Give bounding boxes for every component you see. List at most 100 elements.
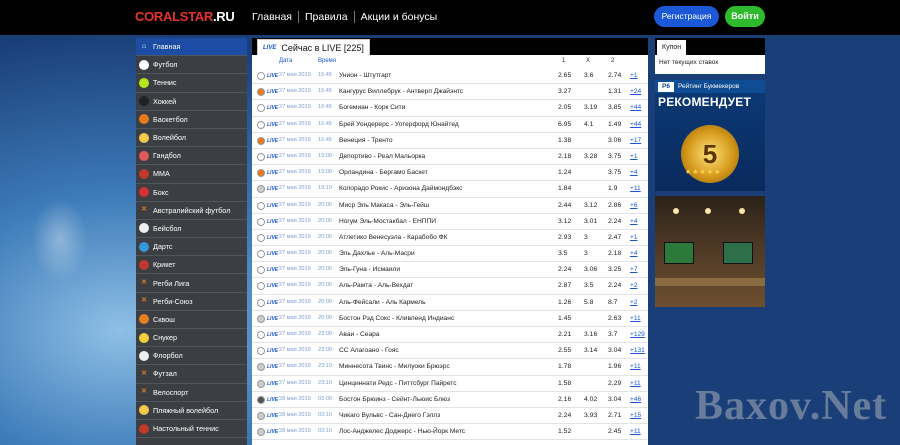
event-match[interactable]: Богемиан - Корк Сити	[339, 104, 405, 111]
event-match[interactable]: Эль-Гуна - Исмаили	[339, 266, 400, 273]
event-match[interactable]: Унион - Штутгарт	[339, 72, 391, 79]
odd-2[interactable]: 2.86	[608, 202, 621, 209]
table-row[interactable]: LIVE 27 мая 2019 20:00 Ногум Эль-Мостакбал …	[252, 214, 648, 230]
odd-2[interactable]: 2.18	[608, 250, 621, 257]
table-row[interactable]: LIVE 27 мая 2019 23:10 Миннесота Твинс - Ми…	[252, 359, 648, 376]
event-match[interactable]: Аваи - Сеара	[339, 331, 379, 338]
odd-1[interactable]: 1.78	[558, 363, 576, 370]
event-match[interactable]: Атлетико Венесуэла - Карабобо ФК	[339, 234, 448, 241]
odd-2[interactable]: 2.24	[608, 218, 621, 225]
table-row[interactable]: LIVE 27 мая 2019 20:00 Эль Дахлье - Аль-Мас…	[252, 246, 648, 263]
odd-1[interactable]: 3.12	[558, 218, 576, 225]
more-markets-link[interactable]: +11	[630, 363, 641, 370]
odd-1[interactable]: 2.24	[558, 266, 576, 273]
odd-1[interactable]: 1.45	[558, 315, 576, 322]
table-row[interactable]: LIVE 27 мая 2019 19:00 Орландина - Бергамо …	[252, 165, 648, 182]
odd-x[interactable]: 3.6	[584, 72, 593, 79]
event-match[interactable]: Миннесота Твинс - Милуоки Брюэрс	[339, 363, 450, 370]
more-markets-link[interactable]: +11	[630, 428, 641, 435]
sidebar-item[interactable]: ✕ Австралийский футбол	[136, 202, 247, 220]
register-button[interactable]: Регистрация	[654, 6, 719, 27]
odd-x[interactable]: 3.06	[584, 266, 597, 273]
odd-1[interactable]: 2.65	[558, 72, 576, 79]
sidebar-item[interactable]: Хоккей	[136, 93, 247, 111]
table-row[interactable]: LIVE 28 мая 2019 03:00 Бостон Брюинз - Сейн…	[252, 392, 648, 408]
table-row[interactable]: LIVE 27 мая 2019 20:00 Эль-Гуна - Исмаили 2.…	[252, 262, 648, 279]
odd-2[interactable]: 2.47	[608, 234, 621, 241]
odd-x[interactable]: 3.14	[584, 347, 597, 354]
odd-1[interactable]: 1.24	[558, 169, 576, 176]
odd-2[interactable]: 3.04	[608, 347, 621, 354]
odd-1[interactable]: 2.24	[558, 412, 576, 419]
sidebar-item[interactable]: ⌂ Главная	[136, 38, 247, 57]
event-match[interactable]: Бостон Брюинз - Сейнт-Льюис Блюз	[339, 396, 450, 403]
event-match[interactable]: Депортиво - Реал Мальорка	[339, 153, 425, 160]
more-markets-link[interactable]: +2	[630, 282, 638, 289]
odd-x[interactable]: 3.19	[584, 104, 597, 111]
more-markets-link[interactable]: +17	[630, 137, 641, 144]
table-row[interactable]: LIVE 27 мая 2019 15:45 Кангурус Виллебрук -…	[252, 84, 648, 101]
sidebar-item[interactable]: Бокс	[136, 184, 247, 202]
table-row[interactable]: LIVE 28 мая 2019 03:10 Лос-Анджелес Доджерс…	[252, 424, 648, 441]
more-markets-link[interactable]: +44	[630, 121, 641, 128]
more-markets-link[interactable]: +4	[630, 250, 638, 257]
odd-x[interactable]: 3.28	[584, 153, 597, 160]
odd-2[interactable]: 2.63	[608, 315, 621, 322]
odd-2[interactable]: 3.04	[608, 396, 621, 403]
sidebar-item[interactable]: Пляжный волейбол	[136, 402, 247, 420]
site-logo[interactable]: CORALSTAR.RU	[135, 9, 235, 24]
event-match[interactable]: Кангурус Виллебрук - Антверп Джайэнтс	[339, 88, 463, 95]
event-match[interactable]: Венеция - Тренто	[339, 137, 393, 144]
more-markets-link[interactable]: +1	[630, 72, 638, 79]
sidebar-item[interactable]: Снукер	[136, 329, 247, 348]
odd-x[interactable]: 4.1	[584, 121, 593, 128]
coupon-tab[interactable]: Купон	[657, 40, 687, 55]
more-markets-link[interactable]: +4	[630, 218, 638, 225]
odd-x[interactable]: 3	[584, 250, 588, 257]
event-match[interactable]: Колорадо Рокис - Аризона Даймондбэкс	[339, 185, 462, 192]
more-markets-link[interactable]: +7	[630, 266, 638, 273]
table-row[interactable]: LIVE 27 мая 2019 16:45 Венеция - Тренто 1.38…	[252, 133, 648, 149]
more-markets-link[interactable]: +24	[630, 88, 641, 95]
sidebar-item[interactable]: Бейсбол	[136, 220, 247, 239]
sidebar-item[interactable]: Теннис	[136, 74, 247, 93]
odd-2[interactable]: 1.31	[608, 88, 621, 95]
odd-2[interactable]: 2.71	[608, 412, 621, 419]
sidebar-item[interactable]: Флорбол	[136, 347, 247, 366]
odd-2[interactable]: 2.29	[608, 380, 621, 387]
odd-x[interactable]: 3	[584, 234, 588, 241]
odd-2[interactable]: 8.7	[608, 299, 617, 306]
odd-2[interactable]: 3.25	[608, 266, 621, 273]
more-markets-link[interactable]: +11	[630, 315, 641, 322]
event-match[interactable]: Аль-Фейсали - Аль Кармель	[339, 299, 426, 306]
more-markets-link[interactable]: +129	[630, 331, 645, 338]
odd-2[interactable]: 2.45	[608, 428, 621, 435]
sidebar-item[interactable]: ✕ Велоспорт	[136, 384, 247, 402]
event-match[interactable]: Эль Дахлье - Аль-Масри	[339, 250, 415, 257]
sidebar-item[interactable]: Баскетбол	[136, 111, 247, 129]
odd-x[interactable]: 4.02	[584, 396, 597, 403]
nav-rules[interactable]: Правила	[297, 11, 354, 23]
odd-x[interactable]: 3.5	[584, 282, 593, 289]
table-row[interactable]: LIVE 27 мая 2019 23:00 СС Алагоано - Гояс 2.…	[252, 343, 648, 360]
odd-1[interactable]: 3.5	[558, 250, 576, 257]
event-match[interactable]: СС Алагоано - Гояс	[339, 347, 399, 354]
live-tab[interactable]: LIVE Сейчас в LIVE [225]	[257, 39, 370, 55]
sports-bar-banner[interactable]	[655, 196, 765, 307]
sidebar-item[interactable]: Футбол	[136, 56, 247, 75]
odd-2[interactable]: 3.85	[608, 104, 621, 111]
odd-1[interactable]: 2.05	[558, 104, 576, 111]
table-row[interactable]: LIVE 27 мая 2019 19:00 Депортиво - Реал Мал…	[252, 149, 648, 166]
table-row[interactable]: LIVE 28 мая 2019 03:10 Чикаго Вульвс - Сан-…	[252, 408, 648, 425]
more-markets-link[interactable]: +4	[630, 169, 638, 176]
odd-2[interactable]: 3.75	[608, 153, 621, 160]
odd-1[interactable]: 2.44	[558, 202, 576, 209]
odd-x[interactable]: 5.8	[584, 299, 593, 306]
odd-1[interactable]: 2.93	[558, 234, 576, 241]
table-row[interactable]: LIVE 27 мая 2019 20:00 Миср Эль Макаса - Эл…	[252, 198, 648, 214]
more-markets-link[interactable]: +15	[630, 412, 641, 419]
more-markets-link[interactable]: +11	[630, 380, 641, 387]
sidebar-item[interactable]: Гандбол	[136, 147, 247, 166]
bookmaker-rating-banner[interactable]: Р6 Рейтинг Букмекеров РЕКОМЕНДУЕТ 5 ★★★★…	[655, 80, 765, 191]
more-markets-link[interactable]: +6	[630, 202, 638, 209]
